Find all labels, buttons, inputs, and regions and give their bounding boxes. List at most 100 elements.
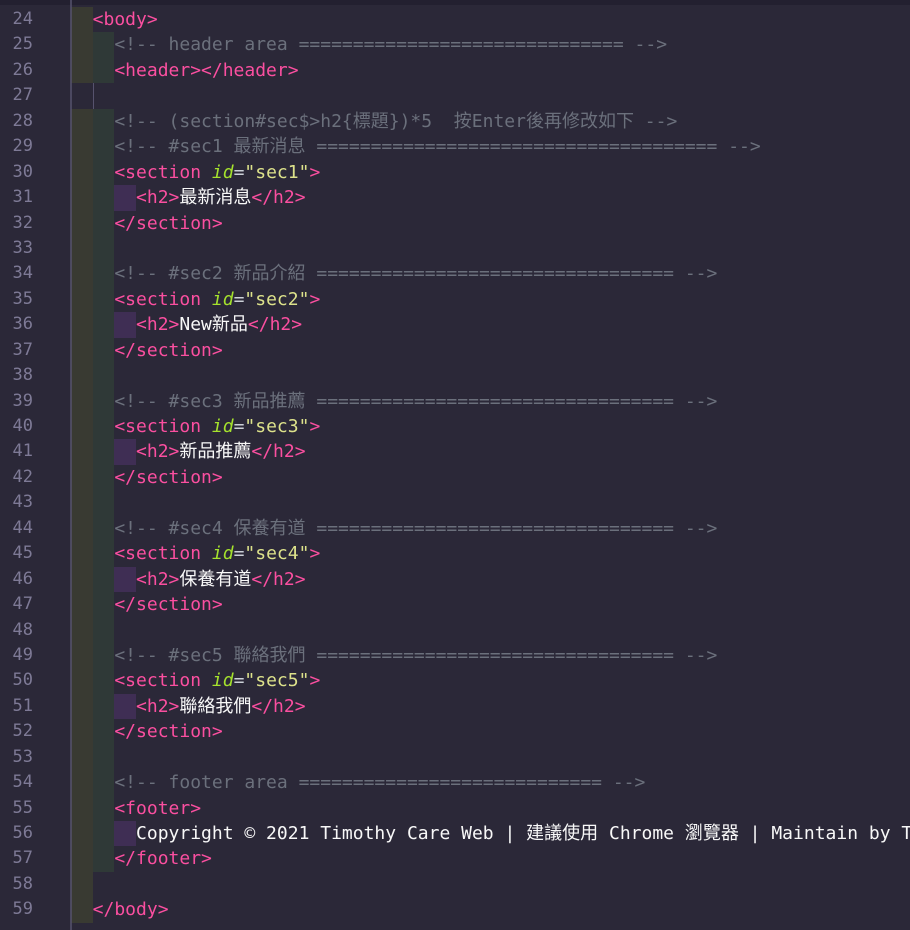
code-line-29[interactable]: 29<!-- #sec1 最新消息 ======================…	[0, 134, 910, 159]
line-number: 59	[0, 897, 33, 922]
code-line-42[interactable]: 42</section>	[0, 465, 910, 490]
code-line-51[interactable]: 51<h2>聯絡我們</h2>	[0, 694, 910, 719]
code-editor[interactable]: 24<body>25<!-- header area =============…	[0, 0, 910, 930]
token-eq: =	[234, 414, 245, 439]
code-content[interactable]: </section>	[71, 592, 910, 617]
code-line-28[interactable]: 28<!-- (section#sec$>h2{標題})*5 按Enter後再修…	[0, 109, 910, 134]
code-content[interactable]: <h2>保養有道</h2>	[71, 567, 910, 592]
code-content[interactable]: <h2>最新消息</h2>	[71, 185, 910, 210]
code-line-50[interactable]: 50<section id="sec5">	[0, 668, 910, 693]
code-content[interactable]: </section>	[71, 719, 910, 744]
code-content[interactable]: <!-- (section#sec$>h2{標題})*5 按Enter後再修改如…	[71, 109, 910, 134]
line-number: 45	[0, 541, 33, 566]
indent-rainbow-block	[71, 567, 93, 592]
code-content[interactable]: <section id="sec4">	[71, 541, 910, 566]
code-line-38[interactable]: 38	[0, 363, 910, 388]
code-line-48[interactable]: 48	[0, 618, 910, 643]
code-line-53[interactable]: 53	[0, 745, 910, 770]
code-line-34[interactable]: 34<!-- #sec2 新品介紹 ======================…	[0, 261, 910, 286]
code-line-32[interactable]: 32</section>	[0, 211, 910, 236]
code-line-41[interactable]: 41<h2>新品推薦</h2>	[0, 439, 910, 464]
code-content[interactable]: <!-- #sec3 新品推薦 ========================…	[71, 389, 910, 414]
gutter-space	[33, 694, 71, 719]
code-line-56[interactable]: 56Copyright © 2021 Timothy Care Web | 建議…	[0, 821, 910, 846]
code-line-33[interactable]: 33	[0, 236, 910, 261]
code-content[interactable]: <header></header>	[71, 58, 910, 83]
gutter-space	[33, 770, 71, 795]
code-content[interactable]: </section>	[71, 338, 910, 363]
line-number: 38	[0, 363, 33, 388]
code-content[interactable]: <!-- #sec5 聯絡我們 ========================…	[71, 643, 910, 668]
code-line-31[interactable]: 31<h2>最新消息</h2>	[0, 185, 910, 210]
code-content[interactable]: <!-- #sec4 保養有道 ========================…	[71, 516, 910, 541]
code-content[interactable]: </footer>	[71, 846, 910, 871]
indent-rainbow-block	[93, 796, 115, 821]
code-line-44[interactable]: 44<!-- #sec4 保養有道 ======================…	[0, 516, 910, 541]
code-content[interactable]: <section id="sec3">	[71, 414, 910, 439]
code-line-58[interactable]: 58	[0, 872, 910, 897]
line-number: 52	[0, 719, 33, 744]
token-tag: </h2>	[251, 185, 305, 210]
code-content[interactable]	[71, 363, 910, 388]
token-tag: >	[309, 414, 320, 439]
code-line-54[interactable]: 54<!-- footer area =====================…	[0, 770, 910, 795]
indent-rainbow-block	[93, 821, 115, 846]
token-str: "sec2"	[244, 287, 309, 312]
token-cmt: <!-- header area =======================…	[114, 32, 667, 57]
code-content[interactable]: <footer>	[71, 796, 910, 821]
code-line-59[interactable]: 59 </body>	[0, 897, 910, 922]
code-content[interactable]	[71, 872, 910, 897]
code-line-46[interactable]: 46<h2>保養有道</h2>	[0, 567, 910, 592]
token-str: "sec5"	[244, 668, 309, 693]
code-content[interactable]: Copyright © 2021 Timothy Care Web | 建議使用…	[71, 821, 910, 846]
code-content[interactable]: <section id="sec5">	[71, 668, 910, 693]
code-line-36[interactable]: 36<h2>New新品</h2>	[0, 312, 910, 337]
indent-rainbow-block	[71, 58, 93, 83]
code-content[interactable]	[71, 83, 910, 108]
code-content[interactable]: <!-- footer area =======================…	[71, 770, 910, 795]
code-line-39[interactable]: 39<!-- #sec3 新品推薦 ======================…	[0, 389, 910, 414]
code-line-52[interactable]: 52 </section>	[0, 719, 910, 744]
token-tag: >	[309, 287, 320, 312]
indent-rainbow-block	[71, 796, 93, 821]
indent-rainbow-block	[114, 312, 136, 337]
code-line-27[interactable]: 27	[0, 83, 910, 108]
code-content[interactable]: <h2>聯絡我們</h2>	[71, 694, 910, 719]
editor-lines[interactable]: 24<body>25<!-- header area =============…	[0, 0, 910, 923]
code-content[interactable]: </section>	[71, 465, 910, 490]
code-content[interactable]: <body>	[71, 7, 910, 32]
code-line-49[interactable]: 49<!-- #sec5 聯絡我們 ======================…	[0, 643, 910, 668]
code-content[interactable]	[71, 490, 910, 515]
code-line-47[interactable]: 47</section>	[0, 592, 910, 617]
code-line-35[interactable]: 35<section id="sec2">	[0, 287, 910, 312]
code-content[interactable]	[71, 618, 910, 643]
code-line-30[interactable]: 30<section id="sec1">	[0, 160, 910, 185]
code-line-55[interactable]: 55<footer>	[0, 796, 910, 821]
indent-rainbow-block	[71, 541, 93, 566]
code-line-45[interactable]: 45 <section id="sec4">	[0, 541, 910, 566]
code-line-37[interactable]: 37</section>	[0, 338, 910, 363]
code-line-43[interactable]: 43	[0, 490, 910, 515]
code-content[interactable]: <h2>新品推薦</h2>	[71, 439, 910, 464]
code-content[interactable]: <section id="sec1">	[71, 160, 910, 185]
gutter-space	[33, 846, 71, 871]
code-content[interactable]: <!-- header area =======================…	[71, 32, 910, 57]
code-content[interactable]: <!-- #sec1 最新消息 ========================…	[71, 134, 910, 159]
code-content[interactable]: <h2>New新品</h2>	[71, 312, 910, 337]
gutter-space	[33, 261, 71, 286]
indent-rainbow-block	[71, 338, 93, 363]
code-line-40[interactable]: 40<section id="sec3">	[0, 414, 910, 439]
code-line-26[interactable]: 26<header></header>	[0, 58, 910, 83]
indent-rainbow-block	[93, 312, 115, 337]
gutter-space	[33, 287, 71, 312]
code-content[interactable]: </body>	[71, 897, 910, 922]
code-line-25[interactable]: 25<!-- header area =====================…	[0, 32, 910, 57]
code-line-57[interactable]: 57</footer>	[0, 846, 910, 871]
code-content[interactable]: <section id="sec2">	[71, 287, 910, 312]
code-content[interactable]	[71, 745, 910, 770]
token-cmt: <!-- #sec3 新品推薦 ========================…	[114, 389, 717, 414]
code-content[interactable]: <!-- #sec2 新品介紹 ========================…	[71, 261, 910, 286]
code-line-24[interactable]: 24<body>	[0, 7, 910, 32]
code-content[interactable]	[71, 236, 910, 261]
code-content[interactable]: </section>	[71, 211, 910, 236]
